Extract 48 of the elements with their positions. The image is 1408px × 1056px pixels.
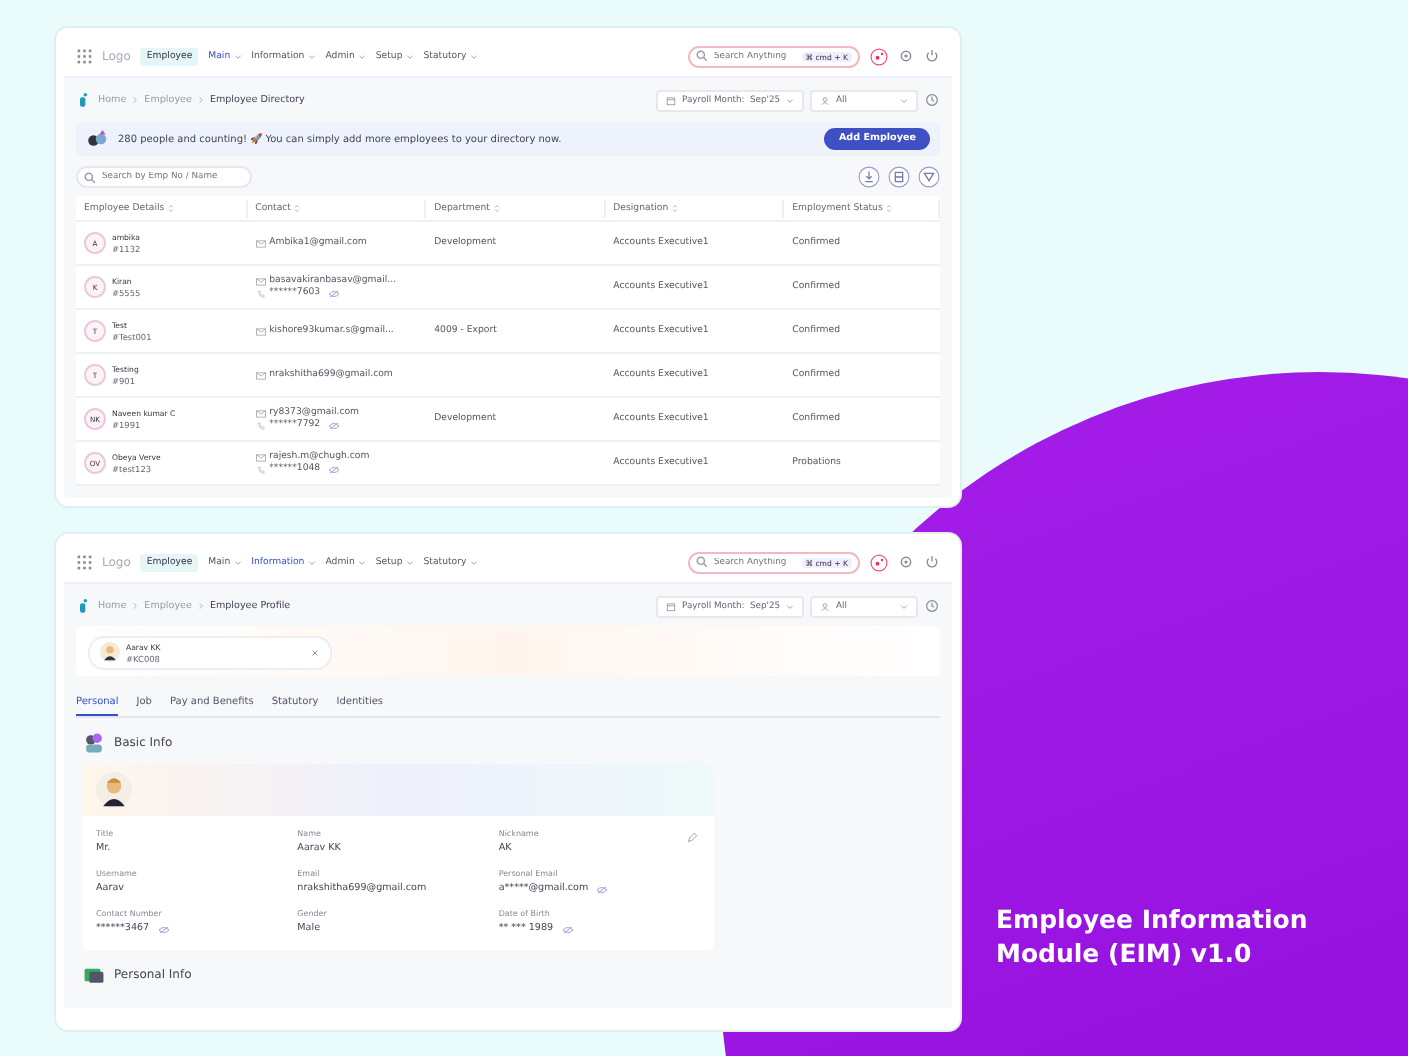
avatar-icon <box>100 642 120 662</box>
phone-icon <box>255 421 266 429</box>
grid-menu-icon[interactable] <box>76 48 92 64</box>
mail-icon <box>255 409 266 417</box>
eye-slash-icon[interactable] <box>328 289 341 297</box>
chevron-right-icon <box>197 602 204 610</box>
columns-icon[interactable] <box>888 166 910 188</box>
calendar-icon <box>666 95 676 105</box>
history-icon[interactable] <box>924 92 940 108</box>
search-icon <box>696 556 708 568</box>
mail-icon <box>255 371 266 379</box>
grid-menu-icon[interactable] <box>76 554 92 570</box>
chevron-right-icon <box>197 96 204 104</box>
module-caption: Module (EIM) v1.0 <box>996 938 1254 968</box>
eye-slash-icon[interactable] <box>328 421 341 429</box>
search-icon <box>84 171 96 183</box>
caret-icon <box>900 603 908 609</box>
eye-slash-icon[interactable] <box>596 885 609 893</box>
user-icon <box>820 95 830 105</box>
mail-icon <box>255 327 266 335</box>
people-group-icon <box>86 128 110 150</box>
edit-pencil-icon[interactable] <box>686 832 698 844</box>
phone-icon <box>255 289 266 297</box>
settings-icon[interactable] <box>898 554 914 570</box>
avatar-icon <box>96 772 132 808</box>
close-icon[interactable] <box>310 647 320 657</box>
people-icon <box>82 732 106 754</box>
search-icon <box>696 50 708 62</box>
download-icon[interactable] <box>858 166 880 188</box>
power-icon[interactable] <box>924 554 940 570</box>
filter-icon[interactable] <box>918 166 940 188</box>
caret-icon <box>900 97 908 103</box>
settings-icon[interactable] <box>898 48 914 64</box>
power-icon[interactable] <box>924 48 940 64</box>
history-icon[interactable] <box>924 598 940 614</box>
calendar-icon <box>666 601 676 611</box>
chevron-right-icon <box>132 96 139 104</box>
eye-slash-icon[interactable] <box>561 925 574 933</box>
cards-icon <box>82 964 106 986</box>
chevron-right-icon <box>132 602 139 610</box>
mail-icon <box>255 239 266 247</box>
mail-icon <box>255 277 266 285</box>
phone-icon <box>255 465 266 473</box>
eye-slash-icon[interactable] <box>328 465 341 473</box>
user-icon <box>820 601 830 611</box>
mail-icon <box>255 453 266 461</box>
eye-slash-icon[interactable] <box>157 925 170 933</box>
module-caption: Employee Information <box>996 904 1308 934</box>
